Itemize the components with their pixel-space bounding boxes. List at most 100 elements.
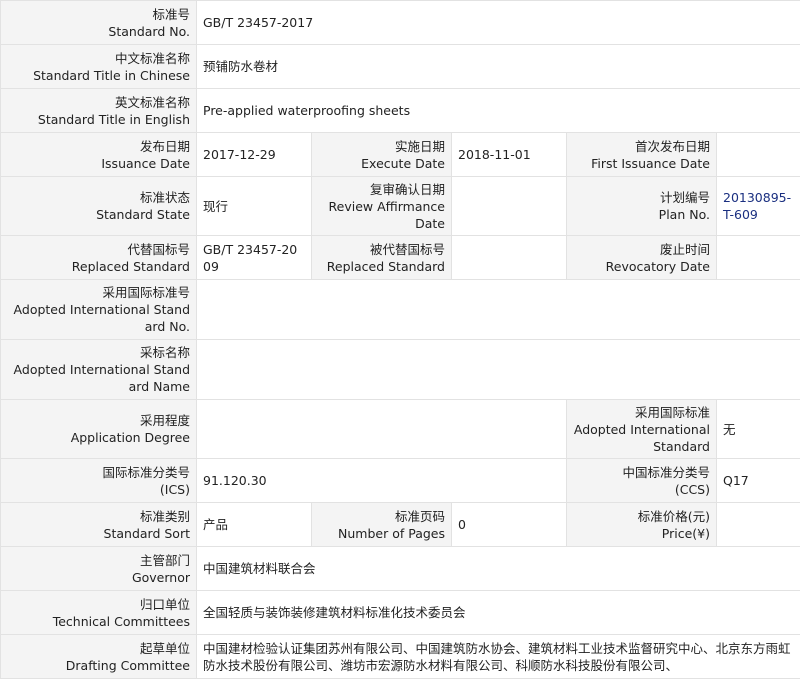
standard-state-value: 现行 [196,176,312,236]
adopted-intl-name-label-cn: 采标名称 [139,345,190,360]
application-degree-value [196,399,567,459]
title-cn-label: 中文标准名称 Standard Title in Chinese [0,44,197,89]
row-classification: 国际标准分类号 (ICS) 91.120.30 中国标准分类号 (CCS) Q1… [0,458,800,503]
adopted-intl-no-label: 采用国际标准号 Adopted International Standard N… [0,279,197,340]
technical-committees-value: 全国轻质与装饰装修建筑材料标准化技术委员会 [195,590,800,635]
standard-no-label-cn: 标准号 [152,6,190,22]
replaced-by-label-en: Replaced Standard [326,258,445,274]
review-affirmance-date-label-en: Review Affirmance Date [328,198,445,231]
governor-label-cn: 主管部门 [139,552,190,568]
standard-sort-label: 标准类别 Standard Sort [0,502,197,547]
technical-committees-label-cn: 归口单位 [139,596,190,612]
row-technical-committees: 归口单位 Technical Committees 全国轻质与装饰装修建筑材料标… [0,590,800,635]
title-en-value: Pre-applied waterproofing sheets [195,88,800,133]
plan-no-label: 计划编号 Plan No. [566,176,717,236]
adopted-intl-name-value [195,339,800,400]
drafting-committee-value: 中国建材检验认证集团苏州有限公司、中国建筑防水协会、建筑材料工业技术监督研究中心… [195,634,800,679]
number-of-pages-value: 0 [451,502,567,547]
row-application-degree: 采用程度 Application Degree 采用国际标准 Adopted I… [0,399,800,459]
plan-no-label-en: Plan No. [658,207,710,222]
adopted-intl-no-label-cn: 采用国际标准号 [102,285,190,300]
governor-label: 主管部门 Governor [0,546,197,591]
standard-no-label: 标准号 Standard No. [0,0,197,45]
number-of-pages-label-cn: 标准页码 [394,508,445,524]
price-label: 标准价格(元) Price(¥) [566,502,717,547]
revocatory-date-label-cn: 废止时间 [659,241,710,257]
price-label-cn: 标准价格(元) [637,508,710,524]
adopted-intl-standard-label: 采用国际标准 Adopted International Standard [566,399,717,459]
first-issuance-date-label: 首次发布日期 First Issuance Date [566,132,717,177]
execute-date-label: 实施日期 Execute Date [311,132,452,177]
title-cn-label-cn: 中文标准名称 [114,50,190,66]
review-affirmance-date-label-cn: 复审确认日期 [369,181,445,197]
number-of-pages-label-en: Number of Pages [338,525,445,541]
standard-sort-label-en: Standard Sort [103,525,190,541]
standard-no-value: GB/T 23457-2017 [195,0,800,45]
standard-state-label-cn: 标准状态 [139,190,190,205]
replaced-standard-label-cn: 代替国标号 [127,241,190,257]
execute-date-value: 2018-11-01 [451,132,567,177]
first-issuance-date-label-cn: 首次发布日期 [634,138,710,154]
governor-label-en: Governor [131,569,190,585]
row-sort: 标准类别 Standard Sort 产品 标准页码 Number of Pag… [0,502,800,547]
issuance-date-label-en: Issuance Date [101,155,190,171]
replaced-standard-label-en: Replaced Standard [71,258,190,274]
application-degree-label: 采用程度 Application Degree [0,399,197,459]
row-adopted-intl-no: 采用国际标准号 Adopted International Standard N… [0,279,800,340]
row-standard-no: 标准号 Standard No. GB/T 23457-2017 [0,0,800,45]
drafting-committee-label: 起草单位 Drafting Committee [0,634,197,679]
title-cn-value: 预铺防水卷材 [195,44,800,89]
row-drafting-committee: 起草单位 Drafting Committee 中国建材检验认证集团苏州有限公司… [0,634,800,679]
adopted-intl-no-label-en: Adopted International Standard No. [13,302,190,334]
title-cn-label-en: Standard Title in Chinese [33,67,190,83]
ccs-label-cn: 中国标准分类号 [622,464,710,480]
row-governor: 主管部门 Governor 中国建筑材料联合会 [0,546,800,591]
plan-no-link[interactable]: 20130895-T-609 [715,176,800,236]
drafting-committee-label-cn: 起草单位 [139,640,190,656]
governor-value: 中国建筑材料联合会 [195,546,800,591]
issuance-date-value: 2017-12-29 [196,132,312,177]
execute-date-label-en: Execute Date [361,155,445,171]
standard-no-label-en: Standard No. [108,23,190,39]
standard-sort-label-cn: 标准类别 [139,508,190,524]
issuance-date-label: 发布日期 Issuance Date [0,132,197,177]
first-issuance-date-label-en: First Issuance Date [591,155,710,171]
row-adopted-intl-name: 采标名称 Adopted International Standard Name [0,339,800,400]
standard-info-table: 标准号 Standard No. GB/T 23457-2017 中文标准名称 … [0,0,800,679]
price-label-en: Price(¥) [661,525,710,541]
adopted-intl-name-label-en: Adopted International Standard Name [13,362,190,394]
ics-label: 国际标准分类号 (ICS) [0,458,197,503]
ccs-label: 中国标准分类号 (CCS) [566,458,717,503]
replaced-by-label-cn: 被代替国标号 [369,241,445,257]
ics-value: 91.120.30 [196,458,567,503]
plan-no-label-cn: 计划编号 [659,190,710,205]
replaced-by-value [451,235,567,280]
standard-sort-value: 产品 [196,502,312,547]
application-degree-label-en: Application Degree [70,430,190,445]
execute-date-label-cn: 实施日期 [394,138,445,154]
title-en-label-cn: 英文标准名称 [114,94,190,110]
ics-label-en: (ICS) [159,481,190,497]
adopted-intl-no-value [195,279,800,340]
technical-committees-label: 归口单位 Technical Committees [0,590,197,635]
ccs-label-en: (CCS) [674,481,710,497]
replaced-standard-label: 代替国标号 Replaced Standard [0,235,197,280]
replaced-by-label: 被代替国标号 Replaced Standard [311,235,452,280]
row-state: 标准状态 Standard State 现行 复审确认日期 Review Aff… [0,176,800,236]
standard-state-label-en: Standard State [96,207,190,222]
technical-committees-label-en: Technical Committees [52,613,190,629]
review-affirmance-date-label: 复审确认日期 Review Affirmance Date [311,176,452,236]
adopted-intl-standard-value: 无 [715,399,800,459]
row-replaced: 代替国标号 Replaced Standard GB/T 23457-2009 … [0,235,800,280]
first-issuance-date-value [715,132,800,177]
row-title-cn: 中文标准名称 Standard Title in Chinese 预铺防水卷材 [0,44,800,89]
issuance-date-label-cn: 发布日期 [139,138,190,154]
standard-state-label: 标准状态 Standard State [0,176,197,236]
adopted-intl-standard-label-cn: 采用国际标准 [634,404,710,420]
revocatory-date-label: 废止时间 Revocatory Date [566,235,717,280]
application-degree-label-cn: 采用程度 [139,413,190,428]
price-value [715,502,800,547]
revocatory-date-value [715,235,800,280]
row-dates: 发布日期 Issuance Date 2017-12-29 实施日期 Execu… [0,132,800,177]
review-affirmance-date-value [451,176,567,236]
